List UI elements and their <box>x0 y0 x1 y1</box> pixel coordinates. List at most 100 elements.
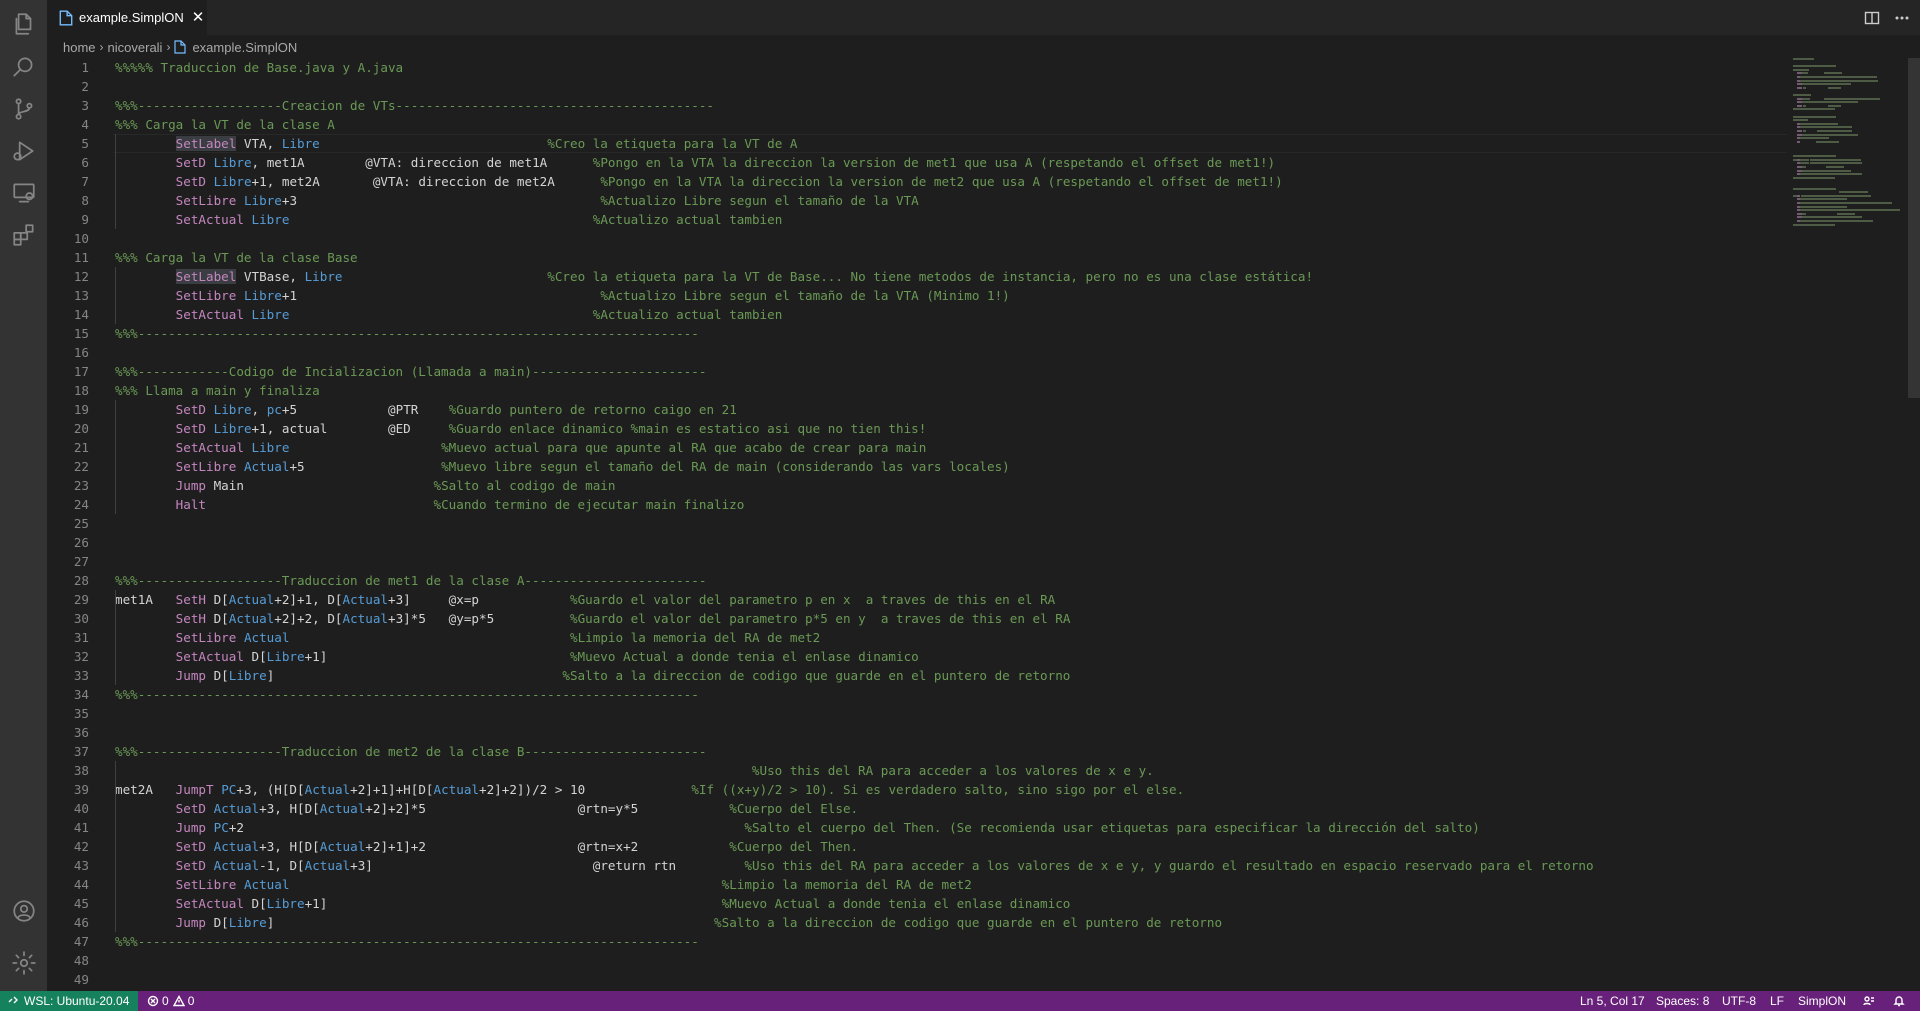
code-token: +3] @return rtn <box>350 858 745 873</box>
minimap-line <box>1837 198 1847 201</box>
encoding[interactable]: UTF-8 <box>1722 991 1756 1011</box>
code-line[interactable]: 32 SetActual D[Libre+1] %Muevo Actual a … <box>47 647 1787 666</box>
code-line[interactable]: 35 <box>47 704 1787 723</box>
code-line[interactable]: 29 met1A SetH D[Actual+2]+1, D[Actual+3] … <box>47 590 1787 609</box>
code-token: Actual <box>319 839 366 854</box>
activity-bar <box>0 0 47 991</box>
code-line[interactable]: 42 SetD Actual+3, H[D[Actual+2]+1]+2 @rt… <box>47 837 1787 856</box>
breadcrumb-file[interactable]: example.SimplON <box>192 40 297 55</box>
account-icon[interactable] <box>0 889 47 933</box>
code-line[interactable]: 22 SetLibre Actual+5 %Muevo libre segun … <box>47 457 1787 476</box>
code-line[interactable]: 6 SetD Libre, met1A @VTA: direccion de m… <box>47 153 1787 172</box>
code-editor[interactable]: 1 %%%%% Traduccion de Base.java y A.java 2… <box>47 58 1787 991</box>
language-mode[interactable]: SimplON <box>1798 991 1846 1011</box>
code-line[interactable]: 27 <box>47 552 1787 571</box>
tab-example-simplon[interactable]: example.SimplON ✕ <box>47 0 207 35</box>
code-line[interactable]: 20 SetD Libre+1, actual @ED %Guardo enla… <box>47 419 1787 438</box>
code-line[interactable]: 39 met2A JumpT PC+3, (H[D[Actual+2]+1]+H[… <box>47 780 1787 799</box>
code-token: %Pongo en la VTA la direccion la version… <box>600 174 1283 189</box>
minimap-line <box>1797 130 1803 132</box>
more-actions-icon[interactable] <box>1894 10 1910 26</box>
code-line[interactable]: 17 %%%------------Codigo de Incializacion… <box>47 362 1787 381</box>
indentation[interactable]: Spaces: 8 <box>1656 991 1709 1011</box>
chevron-right-icon: › <box>99 40 104 54</box>
minimap-line <box>1797 101 1802 104</box>
minimap[interactable] <box>1793 58 1907 238</box>
minimap-line <box>1793 223 1836 226</box>
minimap-line <box>1828 101 1858 104</box>
remote-explorer-icon[interactable] <box>0 171 47 215</box>
minimap-line <box>1802 130 1806 132</box>
code-line[interactable]: 34 %%%-----------------------------------… <box>47 685 1787 704</box>
code-line[interactable]: 3 %%%-------------------Creacion de VTs--… <box>47 96 1787 115</box>
cursor-position[interactable]: Ln 5, Col 17 <box>1580 991 1645 1011</box>
code-line[interactable]: 12 SetLabel VTBase, Libre %Creo la etiqu… <box>47 267 1787 286</box>
search-icon[interactable] <box>0 45 47 89</box>
code-line[interactable]: 4 %%% Carga la VT de la clase A <box>47 115 1787 134</box>
code-line[interactable]: 18 %%% Llama a main y finaliza <box>47 381 1787 400</box>
code-line[interactable]: 1 %%%%% Traduccion de Base.java y A.java <box>47 58 1787 77</box>
feedback-icon[interactable] <box>1863 991 1875 1011</box>
end-of-line[interactable]: LF <box>1770 991 1784 1011</box>
line-number: 45 <box>73 896 89 911</box>
code-line[interactable]: 46 Jump D[Libre] %Salto a la direccion d… <box>47 913 1787 932</box>
code-token: %Cuando termino de ejecutar main finaliz… <box>433 497 745 512</box>
code-line[interactable]: 30 SetH D[Actual+2]+2, D[Actual+3]*5 @y=… <box>47 609 1787 628</box>
code-line[interactable]: 41 Jump PC+2 %Salto el cuerpo del Then. … <box>47 818 1787 837</box>
code-line[interactable]: 7 SetD Libre+1, met2A @VTA: direccion de… <box>47 172 1787 191</box>
code-line[interactable]: 28 %%%-------------------Traduccion de me… <box>47 571 1787 590</box>
close-icon[interactable]: ✕ <box>192 10 205 25</box>
problems-indicator[interactable]: 0 0 <box>147 991 194 1011</box>
line-number: 35 <box>73 706 89 721</box>
code-line[interactable]: 23 Jump Main %Salto al codigo de main <box>47 476 1787 495</box>
notifications-bell-icon[interactable] <box>1893 991 1905 1011</box>
vertical-scrollbar[interactable] <box>1908 58 1920 398</box>
code-line[interactable]: 14 SetActual Libre %Actualizo actual tam… <box>47 305 1787 324</box>
code-line[interactable]: 2 <box>47 77 1787 96</box>
breadcrumb-home[interactable]: home <box>63 40 96 55</box>
code-line[interactable]: 13 SetLibre Libre+1 %Actualizo Libre seg… <box>47 286 1787 305</box>
code-line[interactable]: 16 <box>47 343 1787 362</box>
code-token: %%% Llama a main y finaliza <box>115 383 320 398</box>
code-line[interactable]: 48 <box>47 951 1787 970</box>
split-editor-icon[interactable] <box>1864 10 1880 26</box>
code-line[interactable]: 19 SetD Libre, pc+5 @PTR %Guardo puntero… <box>47 400 1787 419</box>
code-line[interactable]: 33 Jump D[Libre] %Salto a la direccion d… <box>47 666 1787 685</box>
code-line[interactable]: 24 Halt %Cuando termino de ejecutar main… <box>47 495 1787 514</box>
code-line[interactable]: 5 SetLabel VTA, Libre %Creo la etiqueta … <box>47 134 1787 153</box>
source-control-icon[interactable] <box>0 87 47 131</box>
code-line[interactable]: 31 SetLibre Actual %Limpio la memoria de… <box>47 628 1787 647</box>
breadcrumb-nicoverali[interactable]: nicoverali <box>108 40 163 55</box>
remote-indicator[interactable]: WSL: Ubuntu-20.04 <box>0 991 139 1011</box>
code-line[interactable]: 44 SetLibre Actual %Limpio la memoria de… <box>47 875 1787 894</box>
code-line[interactable]: 38 %Uso this del RA para acceder a los v… <box>47 761 1787 780</box>
code-line[interactable]: 8 SetLibre Libre+3 %Actualizo Libre segu… <box>47 191 1787 210</box>
line-code: Jump D[Libre] %Salto a la direccion de c… <box>115 913 1222 932</box>
run-debug-icon[interactable] <box>0 129 47 173</box>
files-icon[interactable] <box>0 2 47 46</box>
code-line[interactable]: 11 %%% Carga la VT de la clase Base <box>47 248 1787 267</box>
code-line[interactable]: 43 SetD Actual-1, D[Actual+3] @return rt… <box>47 856 1787 875</box>
minimap-line <box>1816 133 1858 136</box>
code-line[interactable]: 10 <box>47 229 1787 248</box>
code-line[interactable]: 36 <box>47 723 1787 742</box>
status-bar: WSL: Ubuntu-20.04 0 0 Ln 5, Col 17 Space… <box>0 991 1920 1011</box>
code-line[interactable]: 40 SetD Actual+3, H[D[Actual+2]+2]*5 @rt… <box>47 799 1787 818</box>
code-line[interactable]: 45 SetActual D[Libre+1] %Muevo Actual a … <box>47 894 1787 913</box>
code-line[interactable]: 49 <box>47 970 1787 989</box>
code-line[interactable]: 9 SetActual Libre %Actualizo actual tamb… <box>47 210 1787 229</box>
code-line[interactable]: 21 SetActual Libre %Muevo actual para qu… <box>47 438 1787 457</box>
settings-gear-icon[interactable] <box>0 941 47 985</box>
code-line[interactable]: 15 %%%-----------------------------------… <box>47 324 1787 343</box>
line-number: 23 <box>73 478 89 493</box>
code-line[interactable]: 37 %%%-------------------Traduccion de me… <box>47 742 1787 761</box>
extensions-icon[interactable] <box>0 213 47 257</box>
code-line[interactable]: 47 %%%-----------------------------------… <box>47 932 1787 951</box>
code-line[interactable]: 25 <box>47 514 1787 533</box>
code-line[interactable]: 26 <box>47 533 1787 552</box>
